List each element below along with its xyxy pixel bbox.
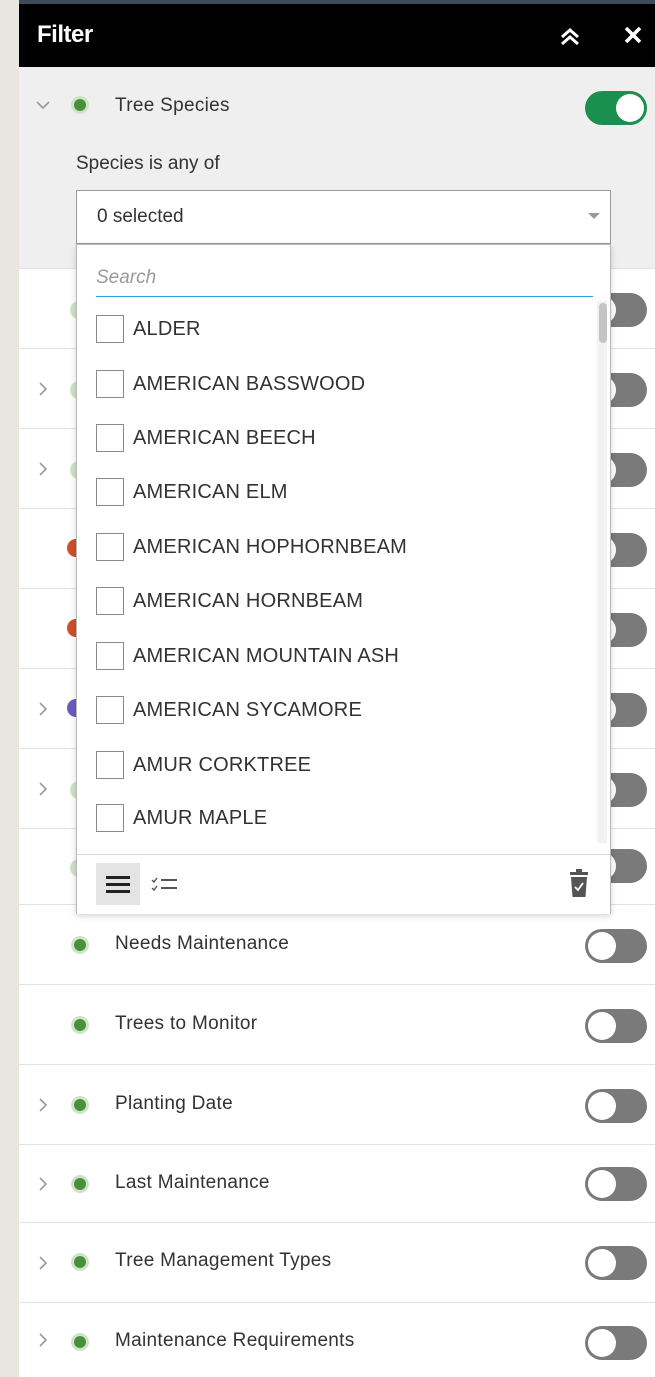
search-input[interactable] <box>96 259 593 297</box>
checkbox[interactable] <box>96 751 124 779</box>
layer-symbol-icon <box>74 1019 86 1031</box>
filter-row-tree-management-types[interactable]: Tree Management Types <box>19 1223 655 1303</box>
layer-symbol-icon <box>74 1256 86 1268</box>
species-select[interactable]: 0 selected <box>76 190 611 244</box>
checkbox[interactable] <box>96 533 124 561</box>
filter-label: Last Maintenance <box>115 1172 270 1193</box>
option-label: AMERICAN MOUNTAIN ASH <box>133 644 400 667</box>
option-item[interactable]: AMUR MAPLE <box>96 798 586 838</box>
filter-label: Needs Maintenance <box>115 933 290 954</box>
checkbox[interactable] <box>96 424 124 452</box>
layer-symbol-icon <box>74 1336 86 1348</box>
checkbox[interactable] <box>96 804 124 832</box>
list-selected-icon[interactable] <box>147 863 183 905</box>
layer-symbol-icon <box>74 1178 86 1190</box>
clear-selection-icon[interactable] <box>567 869 591 899</box>
option-item[interactable]: AMERICAN BASSWOOD <box>96 364 586 404</box>
option-item[interactable]: AMERICAN BEECH <box>96 418 586 458</box>
filter-row-tree-species: Tree Species Species is any of 0 selecte… <box>19 67 655 269</box>
dropdown-arrow-icon <box>588 213 600 219</box>
chevron-right-icon[interactable] <box>35 1303 51 1377</box>
option-item[interactable]: AMERICAN ELM <box>96 472 586 512</box>
checkbox[interactable] <box>96 315 124 343</box>
filter-label: Tree Management Types <box>115 1250 332 1271</box>
option-label: AMUR CORKTREE <box>133 753 312 776</box>
options-list: ALDER AMERICAN BASSWOOD AMERICAN BEECH A… <box>77 301 599 853</box>
chevron-right-icon[interactable] <box>35 1145 51 1222</box>
dropdown-footer <box>77 854 610 914</box>
species-dropdown: ALDER AMERICAN BASSWOOD AMERICAN BEECH A… <box>76 244 611 914</box>
checkbox[interactable] <box>96 587 124 615</box>
option-item[interactable]: AMUR CORKTREE <box>96 745 586 785</box>
filter-label: Maintenance Requirements <box>115 1330 355 1351</box>
filter-toggle[interactable] <box>585 1326 647 1360</box>
filter-toggle[interactable] <box>585 1009 647 1043</box>
filter-toggle[interactable] <box>585 1167 647 1201</box>
filter-toggle[interactable] <box>585 1089 647 1123</box>
option-label: AMERICAN BEECH <box>133 426 316 449</box>
filter-row-trees-to-monitor[interactable]: Trees to Monitor <box>19 985 655 1065</box>
list-all-icon[interactable] <box>96 863 140 905</box>
filter-label: Planting Date <box>115 1093 233 1114</box>
option-item[interactable]: AMERICAN HOPHORNBEAM <box>96 527 586 567</box>
filter-row-maintenance-requirements[interactable]: Maintenance Requirements <box>19 1303 655 1377</box>
layer-symbol-icon <box>74 939 86 951</box>
option-label: AMUR MAPLE <box>133 806 268 829</box>
option-item[interactable]: AMERICAN SYCAMORE <box>96 690 586 730</box>
chevron-right-icon[interactable] <box>35 1065 51 1144</box>
close-icon[interactable] <box>619 21 647 49</box>
option-item[interactable]: AMERICAN HORNBEAM <box>96 581 586 621</box>
option-label: AMERICAN HORNBEAM <box>133 589 364 612</box>
filter-toggle[interactable] <box>585 929 647 963</box>
toggle-knob <box>616 94 644 122</box>
chevron-right-icon[interactable] <box>35 429 51 508</box>
filter-toggle[interactable] <box>585 91 647 125</box>
option-label: ALDER <box>133 317 201 340</box>
filter-clause-label: Species is any of <box>76 153 220 174</box>
filter-row-last-maintenance[interactable]: Last Maintenance <box>19 1145 655 1223</box>
chevron-right-icon[interactable] <box>35 1223 51 1302</box>
option-label: AMERICAN SYCAMORE <box>133 698 362 721</box>
option-item[interactable]: AMERICAN MOUNTAIN ASH <box>96 636 586 676</box>
layer-symbol-icon <box>74 99 86 111</box>
option-label: AMERICAN HOPHORNBEAM <box>133 535 408 558</box>
select-value: 0 selected <box>97 206 184 227</box>
chevron-right-icon[interactable] <box>35 669 51 748</box>
checkbox[interactable] <box>96 642 124 670</box>
filter-toggle[interactable] <box>585 1246 647 1280</box>
panel-header: Filter <box>19 4 655 67</box>
filter-label: Trees to Monitor <box>115 1013 258 1034</box>
filter-panel: Filter Tree Species Species is any of 0 … <box>19 0 655 1377</box>
checkbox[interactable] <box>96 478 124 506</box>
filter-row-planting-date[interactable]: Planting Date <box>19 1065 655 1145</box>
option-label: AMERICAN BASSWOOD <box>133 372 366 395</box>
option-label: AMERICAN ELM <box>133 480 288 503</box>
options-scrollbar[interactable] <box>597 301 607 843</box>
checkbox[interactable] <box>96 696 124 724</box>
chevron-right-icon[interactable] <box>35 749 51 828</box>
option-item[interactable]: ALDER <box>96 309 586 349</box>
checkbox[interactable] <box>96 370 124 398</box>
chevron-right-icon[interactable] <box>35 349 51 428</box>
filter-row-needs-maintenance[interactable]: Needs Maintenance <box>19 905 655 985</box>
chevron-down-icon[interactable] <box>35 67 51 143</box>
panel-title: Filter <box>37 21 93 48</box>
layer-symbol-icon <box>74 1099 86 1111</box>
collapse-up-icon[interactable] <box>556 22 584 50</box>
filter-label: Tree Species <box>115 95 230 116</box>
scrollbar-thumb[interactable] <box>599 303 607 343</box>
